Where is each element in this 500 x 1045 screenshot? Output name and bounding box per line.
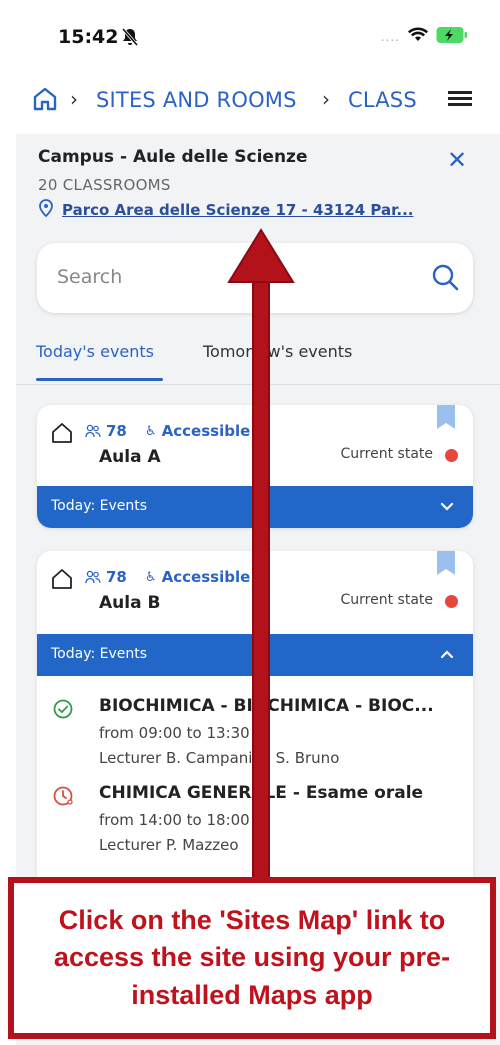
instruction-callout: Click on the 'Sites Map' link to access … [8,877,496,1039]
clock-person-icon [53,786,75,812]
callout-text: Click on the 'Sites Map' link to access … [53,905,451,1010]
signal-dots: .... [380,30,400,44]
status-icons: .... [381,26,468,48]
search-icon[interactable] [431,263,459,295]
check-circle-icon [53,699,73,723]
status-time: 15:42 [58,26,119,48]
sites-map-link[interactable]: Parco Area delle Scienze 17 - 43124 Par.… [62,201,413,219]
battery-charging-icon [436,26,468,48]
close-icon[interactable]: ✕ [447,146,467,174]
classroom-count: 20 CLASSROOMS [38,176,171,194]
bookmark-icon[interactable] [437,405,455,433]
accessible-label: Accessible [161,422,251,440]
capacity-value: 78 [106,568,127,586]
home-icon[interactable] [32,86,58,116]
breadcrumb: › SITES AND ROOMS › CLASS [0,78,500,124]
people-icon [85,570,101,584]
chevron-down-icon[interactable] [439,498,455,518]
wifi-icon [408,27,428,47]
menu-icon[interactable] [440,78,500,124]
status-dot [445,449,458,462]
status-bar: 15:42 .... [0,0,500,70]
people-icon [85,424,101,438]
building-icon [51,568,73,594]
accessibility-badge: ♿ Accessible [145,422,250,440]
event-lecturer: Lecturer P. Mazzeo [99,836,239,854]
accessible-label: Accessible [161,568,251,586]
bell-slash-icon [120,27,140,51]
annotation-arrow-shaft [252,280,270,885]
bookmark-icon[interactable] [437,551,455,579]
chevron-up-icon[interactable] [439,646,455,666]
chevron-right-icon: › [70,87,78,111]
wheelchair-icon: ♿ [145,423,157,439]
events-bar-label: Today: Events [51,498,148,514]
current-state-label: Current state [340,446,434,462]
accessibility-badge: ♿ Accessible [145,568,250,586]
annotation-arrow-head [227,228,295,288]
active-tab-indicator [36,378,163,381]
building-icon [51,422,73,448]
event-time: from 14:00 to 18:00 [99,811,250,829]
event-time: from 09:00 to 13:30 [99,724,250,742]
wheelchair-icon: ♿ [145,569,157,585]
chevron-right-icon: › [322,87,330,111]
location-pin-icon [38,199,54,221]
room-capacity: 78 [85,422,127,440]
site-title: Campus - Aule delle Scienze [38,147,308,167]
event-lecturer: Lecturer B. Campanini, S. Bruno [99,749,340,767]
search-input[interactable]: Search [57,266,122,288]
room-capacity: 78 [85,568,127,586]
status-dot [445,595,458,608]
room-name: Aula A [99,447,161,467]
current-state-label: Current state [340,592,434,608]
events-bar-label: Today: Events [51,646,148,662]
room-name: Aula B [99,593,161,613]
callout-inner: Click on the 'Sites Map' link to access … [14,883,490,1033]
tab-tomorrows-events[interactable]: Tomorrow's events [203,342,352,361]
tab-todays-events[interactable]: Today's events [36,342,154,361]
breadcrumb-classrooms[interactable]: CLASS [348,88,417,112]
breadcrumb-sites-and-rooms[interactable]: SITES AND ROOMS [96,88,297,112]
capacity-value: 78 [106,422,127,440]
site-address[interactable]: Parco Area delle Scienze 17 - 43124 Par.… [38,199,413,221]
